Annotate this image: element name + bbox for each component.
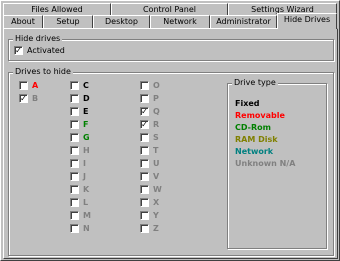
drive-f-label: F — [83, 120, 89, 129]
drive-t-checkbox[interactable] — [140, 146, 149, 155]
drive-k-checkbox[interactable] — [70, 185, 79, 194]
drive-w-checkbox[interactable] — [140, 185, 149, 194]
drive-u-checkbox[interactable] — [140, 159, 149, 168]
drive-y-label: Y — [153, 211, 159, 220]
drive-z-checkbox[interactable] — [140, 224, 149, 233]
drive-p-label: P — [153, 94, 159, 103]
drive-type-removable: Removable — [235, 111, 285, 120]
hide-drives-group-title: Hide drives — [13, 34, 63, 44]
drive-j-checkbox[interactable] — [70, 172, 79, 181]
tab-about[interactable]: About — [3, 15, 43, 28]
drive-r-label: R — [153, 120, 160, 129]
drive-i-checkbox[interactable] — [70, 159, 79, 168]
tab-administrator[interactable]: Administrator — [210, 15, 277, 28]
drive-r-checkbox[interactable]: ✓ — [140, 120, 149, 129]
drive-e-label: E — [83, 107, 89, 116]
drive-z-label: Z — [153, 224, 159, 233]
drive-u-label: U — [153, 159, 160, 168]
tab-desktop[interactable]: Desktop — [93, 15, 150, 28]
drive-type-network: Network — [235, 147, 274, 156]
drive-j-label: J — [83, 172, 86, 181]
drive-type-title: Drive type — [232, 78, 278, 88]
drive-a-label: A — [32, 81, 39, 90]
drive-d-label: D — [83, 94, 90, 103]
drive-l-checkbox[interactable] — [70, 198, 79, 207]
drive-q-label: Q — [153, 107, 160, 116]
dialog-window: Files Allowed Control Panel Settings Wiz… — [0, 0, 340, 261]
drive-q-checkbox[interactable]: ✓ — [140, 107, 149, 116]
drive-b-checkbox[interactable]: ✓ — [19, 94, 28, 103]
drive-p-checkbox[interactable] — [140, 94, 149, 103]
drive-v-checkbox[interactable] — [140, 172, 149, 181]
drive-v-label: V — [153, 172, 160, 181]
tab-hide-drives[interactable]: Hide Drives — [277, 13, 337, 29]
drive-type-fixed: Fixed — [235, 99, 260, 108]
drive-type-ram-disk: RAM Disk — [235, 135, 278, 144]
drive-o-label: O — [153, 81, 160, 90]
drive-g-checkbox[interactable] — [70, 133, 79, 142]
drive-m-checkbox[interactable] — [70, 211, 79, 220]
drive-type-unknown-n-a: Unknown N/A — [235, 159, 296, 168]
drive-type-cd-rom: CD-Rom — [235, 123, 271, 132]
tab-sheet-hide-drives: Hide drives ✓ Activated Drives to hide D… — [3, 28, 338, 259]
drive-y-checkbox[interactable] — [140, 211, 149, 220]
drive-a-checkbox[interactable] — [19, 81, 28, 90]
drive-h-checkbox[interactable] — [70, 146, 79, 155]
tab-network[interactable]: Network — [150, 15, 210, 28]
drive-c-label: C — [83, 81, 89, 90]
drive-h-label: H — [83, 146, 90, 155]
drive-e-checkbox[interactable] — [70, 107, 79, 116]
drive-type-panel: Drive type Fixed Removable CD-Rom RAM Disk N… — [227, 78, 327, 249]
drive-b-label: B — [32, 94, 39, 103]
drive-g-label: G — [83, 133, 90, 142]
tab-setup[interactable]: Setup — [43, 15, 93, 28]
hide-drives-group: Hide drives ✓ Activated — [8, 34, 334, 61]
drives-group-title: Drives to hide — [13, 67, 73, 77]
drive-s-checkbox[interactable] — [140, 133, 149, 142]
drive-x-label: X — [153, 198, 160, 207]
drives-to-hide-group: Drives to hide Drive type Fixed Removable… — [8, 67, 334, 256]
drive-n-label: N — [83, 224, 90, 233]
drive-s-label: S — [153, 133, 159, 142]
drive-w-label: W — [153, 185, 162, 194]
activated-checkbox[interactable]: ✓ — [14, 46, 23, 55]
drive-t-label: T — [153, 146, 159, 155]
drive-o-checkbox[interactable] — [140, 81, 149, 90]
drive-l-label: L — [83, 198, 89, 207]
drive-i-label: I — [83, 159, 86, 168]
drive-d-checkbox[interactable] — [70, 94, 79, 103]
drive-f-checkbox[interactable] — [70, 120, 79, 129]
drive-x-checkbox[interactable] — [140, 198, 149, 207]
drive-m-label: M — [83, 211, 91, 220]
drive-c-checkbox[interactable] — [70, 81, 79, 90]
activated-label: Activated — [27, 46, 65, 55]
drive-k-label: K — [83, 185, 90, 194]
drive-n-checkbox[interactable] — [70, 224, 79, 233]
